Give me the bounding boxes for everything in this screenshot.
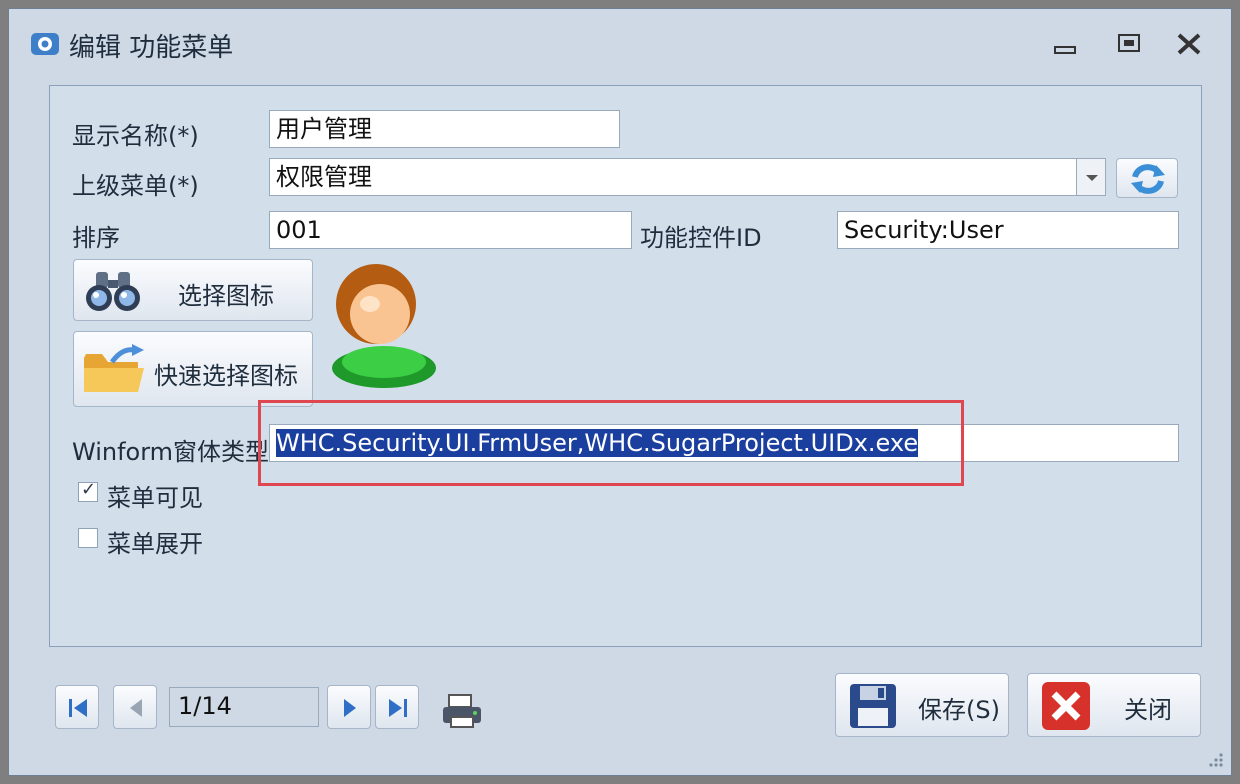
- close-icon[interactable]: [1169, 29, 1209, 59]
- form-panel: 显示名称(*) 用户管理 上级菜单(*) 权限管理 排序 001 功能控件ID …: [49, 85, 1202, 647]
- user-avatar-icon: [332, 264, 436, 388]
- choose-icon-button[interactable]: 选择图标: [73, 259, 313, 321]
- next-page-button[interactable]: [327, 685, 371, 729]
- previous-page-button[interactable]: [113, 685, 157, 729]
- parent-menu-dropdown-button[interactable]: [1076, 158, 1106, 196]
- print-icon[interactable]: [441, 693, 483, 729]
- window-title: 编辑 功能菜单: [69, 33, 234, 63]
- save-label: 保存(S): [918, 696, 1000, 724]
- resize-grip-icon[interactable]: [1205, 749, 1225, 769]
- winform-type-selected-text: WHC.Security.UI.FrmUser,WHC.SugarProject…: [276, 429, 919, 457]
- close-label: 关闭: [1124, 696, 1172, 724]
- last-page-icon: [389, 699, 407, 717]
- choose-icon-label: 选择图标: [178, 282, 274, 310]
- page-indicator[interactable]: 1/14: [169, 687, 319, 727]
- edit-menu-window: 编辑 功能菜单 显示名称(*) 用户管理 上级菜单(*) 权限管理 排序 001…: [8, 8, 1232, 776]
- control-id-label: 功能控件ID: [640, 224, 762, 252]
- folder-icon: [84, 344, 144, 392]
- next-page-icon: [344, 699, 356, 717]
- previous-page-icon: [130, 699, 142, 717]
- close-button[interactable]: 关闭: [1027, 673, 1201, 737]
- title-bar: 编辑 功能菜单: [9, 9, 1231, 73]
- first-page-icon: [69, 699, 87, 717]
- menu-expand-checkbox[interactable]: [78, 528, 98, 548]
- sort-input[interactable]: 001: [269, 211, 632, 249]
- close-x-icon: [1042, 682, 1090, 730]
- binoculars-icon: [86, 272, 140, 311]
- quick-choose-icon-button[interactable]: 快速选择图标: [73, 331, 313, 407]
- quick-choose-icon-label: 快速选择图标: [154, 362, 298, 390]
- parent-menu-select[interactable]: 权限管理: [269, 158, 1077, 196]
- refresh-button[interactable]: [1116, 158, 1178, 198]
- display-name-label: 显示名称(*): [72, 122, 199, 150]
- app-icon: [31, 33, 59, 55]
- maximize-icon[interactable]: [1109, 29, 1149, 59]
- winform-type-input[interactable]: WHC.Security.UI.FrmUser,WHC.SugarProject…: [269, 424, 1179, 462]
- winform-type-label: Winform窗体类型: [72, 438, 270, 466]
- first-page-button[interactable]: [55, 685, 99, 729]
- last-page-button[interactable]: [375, 685, 419, 729]
- parent-menu-label: 上级菜单(*): [72, 172, 199, 200]
- display-name-input[interactable]: 用户管理: [269, 110, 620, 148]
- save-button[interactable]: 保存(S): [835, 673, 1009, 737]
- menu-expand-label: 菜单展开: [107, 530, 203, 558]
- sort-label: 排序: [72, 224, 120, 252]
- refresh-icon: [1131, 164, 1165, 194]
- menu-visible-label: 菜单可见: [107, 484, 203, 512]
- minimize-icon[interactable]: [1045, 29, 1085, 59]
- control-id-input[interactable]: Security:User: [837, 211, 1179, 249]
- save-icon: [850, 684, 896, 728]
- menu-visible-checkbox[interactable]: [78, 479, 98, 502]
